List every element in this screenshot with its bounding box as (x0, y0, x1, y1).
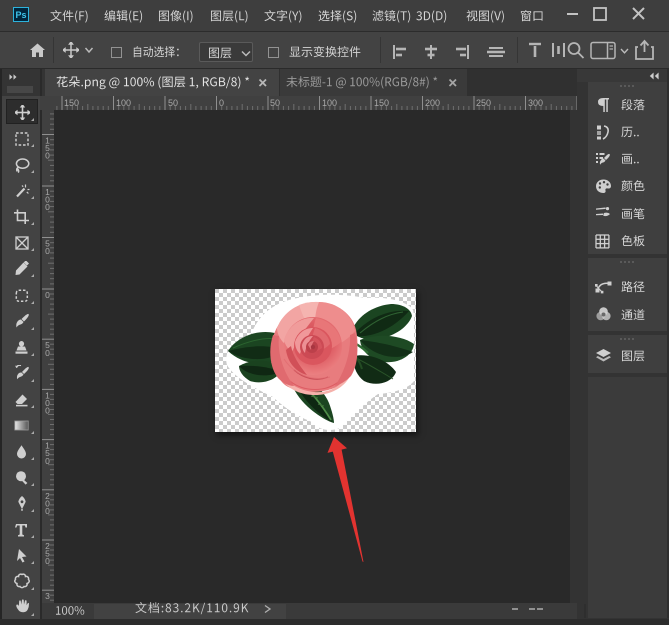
svg-text:0: 0 (45, 151, 50, 161)
svg-text:0: 0 (45, 348, 50, 358)
svg-text:0: 0 (45, 202, 50, 212)
svg-text:3: 3 (45, 591, 50, 601)
svg-text:0: 0 (45, 556, 50, 566)
svg-text:0: 0 (45, 456, 50, 466)
svg-text:0: 0 (45, 246, 50, 256)
svg-text:0: 0 (45, 506, 50, 516)
svg-text:0: 0 (45, 290, 50, 300)
svg-text:0: 0 (45, 406, 50, 416)
